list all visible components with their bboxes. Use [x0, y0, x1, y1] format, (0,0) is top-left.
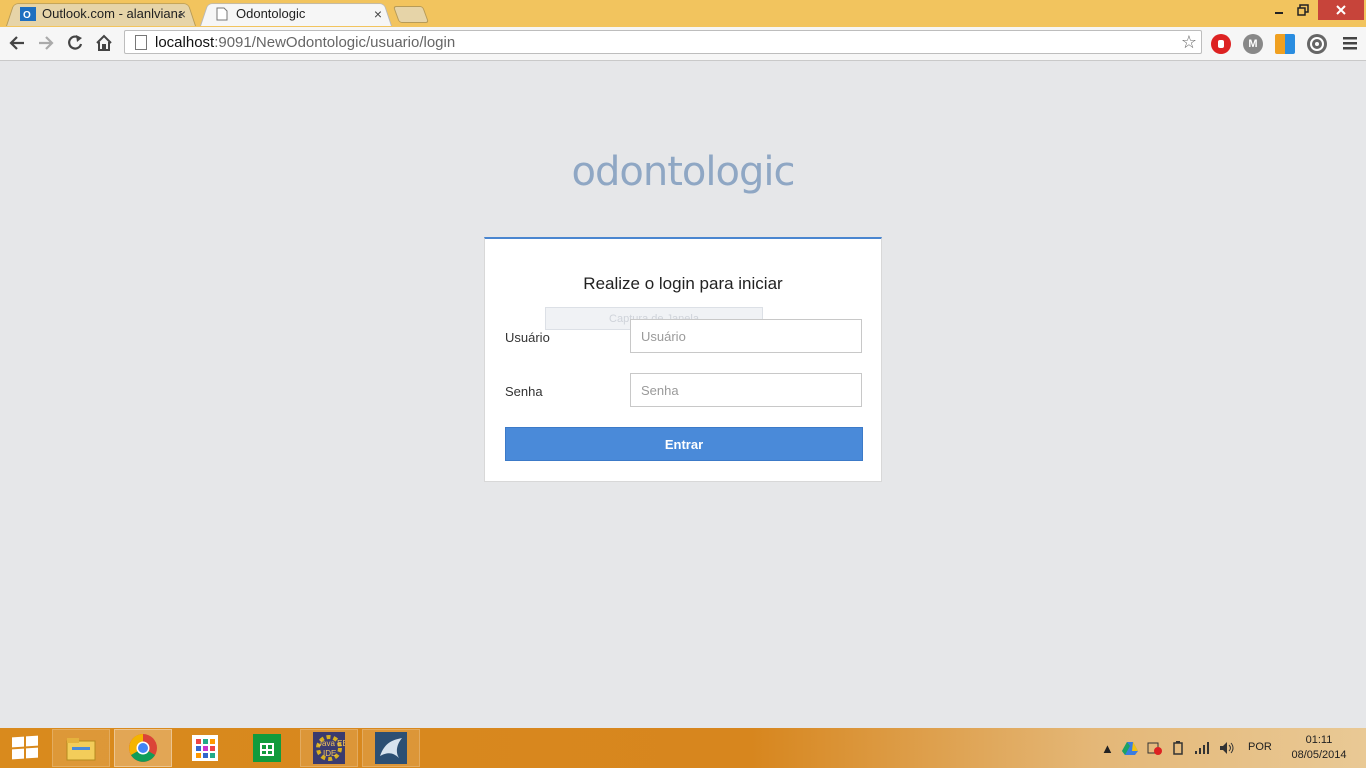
store-icon[interactable] — [238, 729, 296, 767]
browser-toolbar: localhost:9091/NewOdontologic/usuario/lo… — [0, 27, 1366, 61]
username-label: Usuário — [505, 330, 550, 345]
home-icon — [96, 34, 112, 51]
svg-text:O: O — [23, 10, 31, 21]
login-button[interactable]: Entrar — [505, 427, 863, 461]
page-icon — [214, 6, 230, 22]
apps-grid-icon[interactable] — [176, 729, 234, 767]
mysql-workbench-icon[interactable] — [362, 729, 420, 767]
tab-outlook[interactable]: O Outlook.com - alanlvianat × — [6, 1, 196, 26]
reload-icon — [68, 35, 83, 50]
volume-icon[interactable] — [1219, 741, 1235, 758]
file-explorer-icon[interactable] — [52, 729, 110, 767]
close-icon[interactable]: × — [374, 6, 382, 22]
hamburger-menu-icon — [1343, 37, 1357, 50]
adblock-icon[interactable] — [1211, 34, 1231, 54]
power-icon[interactable] — [1171, 741, 1185, 758]
reload-button[interactable] — [63, 31, 87, 55]
google-drive-icon[interactable] — [1122, 741, 1138, 758]
login-card: Realize o login para iniciar Captura de … — [484, 237, 882, 482]
back-arrow-icon — [9, 36, 24, 50]
chrome-menu-button[interactable] — [1338, 31, 1362, 55]
new-tab-button[interactable] — [392, 6, 430, 23]
back-button[interactable] — [5, 31, 29, 55]
outlook-icon: O — [20, 6, 36, 22]
clock-time: 01:11 — [1305, 734, 1333, 746]
url-text[interactable]: localhost:9091/NewOdontologic/usuario/lo… — [155, 34, 455, 51]
svg-text:IDE: IDE — [323, 749, 336, 758]
show-hidden-icons-icon[interactable]: ▲ — [1101, 741, 1114, 756]
username-input[interactable] — [630, 319, 862, 353]
close-icon[interactable]: × — [178, 6, 186, 22]
restore-button[interactable] — [1292, 0, 1314, 20]
wifi-signal-icon[interactable] — [1194, 741, 1210, 758]
login-title: Realize o login para iniciar — [583, 274, 783, 293]
home-button[interactable] — [92, 31, 116, 55]
page-icon — [135, 34, 147, 50]
input-language-indicator[interactable]: POR — [1248, 741, 1272, 753]
browser-titlebar: O Outlook.com - alanlvianat × Odontologi… — [0, 0, 1366, 27]
tab-odontologic[interactable]: Odontologic × — [200, 1, 392, 26]
tab-title: Outlook.com - alanlvianat — [42, 6, 182, 21]
minimize-button[interactable] — [1268, 0, 1290, 20]
page-viewport: odontologic Realize o login para iniciar… — [0, 61, 1366, 728]
bookmarks-extension-icon[interactable] — [1275, 34, 1295, 54]
media-extension-icon[interactable] — [1307, 34, 1327, 54]
password-input[interactable] — [630, 373, 862, 407]
network-warning-icon[interactable] — [1146, 741, 1162, 758]
forward-button[interactable] — [34, 31, 58, 55]
app-logo: odontologic — [571, 149, 796, 195]
svg-text:Java EE: Java EE — [318, 739, 345, 748]
windows-start-button[interactable] — [10, 735, 38, 760]
forward-arrow-icon — [39, 36, 54, 50]
tab-title: Odontologic — [236, 6, 306, 21]
password-label: Senha — [505, 384, 543, 399]
address-bar[interactable]: localhost:9091/NewOdontologic/usuario/lo… — [124, 30, 1202, 54]
window-close-button[interactable] — [1318, 0, 1364, 20]
clock-date: 08/05/2014 — [1291, 749, 1347, 761]
taskbar-clock[interactable]: 01:11 08/05/2014 — [1284, 733, 1354, 763]
chrome-icon[interactable] — [114, 729, 172, 767]
motorola-icon[interactable]: M — [1243, 34, 1263, 54]
java-ee-ide-icon[interactable]: Java EE IDE — [300, 729, 358, 767]
bookmark-star-icon[interactable]: ☆ — [1181, 32, 1197, 53]
windows-taskbar: Java EE IDE ▲ POR 01:11 08/05/2014 — [0, 728, 1366, 768]
